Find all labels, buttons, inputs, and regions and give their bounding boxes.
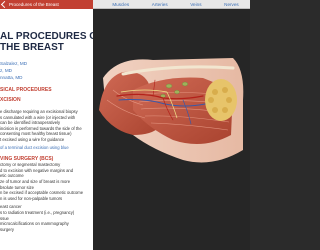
article-pane: Procedures of the Breast AL PROCEDURES O… — [0, 0, 93, 250]
author-link[interactable]: Salzalez, MD — [0, 60, 93, 67]
article-header-title[interactable]: Procedures of the Breast — [9, 2, 59, 7]
anatomy-viewer[interactable]: Muscles Arteries Veins Nerves — [93, 0, 250, 250]
contraindication-text: east cancer s to radiation treatment (i.… — [0, 204, 75, 232]
back-chevron-icon[interactable] — [0, 0, 9, 9]
layer-toolbar: Muscles Arteries Veins Nerves — [93, 0, 250, 9]
author-link[interactable]: z, MD — [0, 67, 93, 74]
section-heading-excision: XCISION — [0, 97, 21, 103]
video-link[interactable]: of a terminal duct excision using blue — [0, 145, 93, 151]
section-heading-excisional: SICAL PROCEDURES — [0, 87, 52, 93]
bcs-text: ctomy or segmental mastectomy d to excis… — [0, 162, 84, 201]
author-link[interactable]: nnatta, MD — [0, 74, 93, 81]
tab-arteries[interactable]: Arteries — [152, 2, 168, 7]
tab-nerves[interactable]: Nerves — [224, 2, 239, 7]
tab-veins[interactable]: Veins — [190, 2, 201, 7]
author-list: Salzalez, MD z, MD nnatta, MD — [0, 60, 93, 81]
article-header-bar: Procedures of the Breast — [0, 0, 93, 9]
article-title: AL PROCEDURES OF THE BREAST — [0, 31, 93, 53]
excision-text: e discharge requiring an excisional biop… — [0, 109, 93, 150]
tab-muscles[interactable]: Muscles — [112, 2, 129, 7]
breast-anatomy-illustration[interactable] — [93, 0, 250, 250]
